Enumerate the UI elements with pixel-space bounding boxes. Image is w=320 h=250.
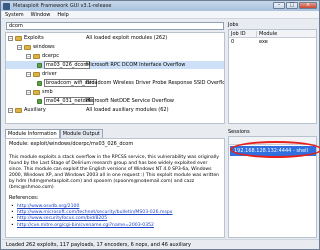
minimize-button[interactable]: –	[273, 2, 285, 9]
job-module: exe	[259, 39, 268, 45]
menu-help[interactable]: Help	[57, 12, 68, 18]
tree-label: dcerpc	[42, 53, 59, 59]
expander-icon[interactable]: −	[26, 53, 31, 59]
module-info-panel: Module: exploit/windows/dcerpc/ms03_026_…	[5, 138, 225, 238]
tree-row[interactable]: − dcerpc	[6, 52, 224, 60]
folder-icon	[24, 44, 31, 50]
tree-label: smb	[42, 89, 53, 95]
tree-label: Exploits	[24, 35, 44, 41]
tab-module-output[interactable]: Module Output	[59, 129, 103, 138]
highlight-ring	[230, 141, 320, 158]
tree-description: All loaded exploit modules (262)	[86, 35, 168, 41]
main-window: Metasploit Framework GUI v3.1-release – …	[0, 0, 320, 250]
title-bar: Metasploit Framework GUI v3.1-release – …	[1, 1, 319, 11]
module-icon	[37, 62, 42, 68]
reference-link[interactable]: http://www.securityfocus.com/bid/8205	[17, 216, 107, 221]
module-title: Module: exploit/windows/dcerpc/ms03_026_…	[9, 141, 134, 147]
module-icon	[37, 98, 42, 104]
module-description: This module exploits a stack overflow in…	[9, 155, 220, 190]
info-tabs: Module Information Module Output	[5, 129, 103, 138]
module-icon	[37, 80, 42, 86]
expander-icon[interactable]: −	[8, 107, 13, 113]
tree-row[interactable]: broadcom_wifi_ssid Broadcom Wireless Driv…	[6, 79, 224, 87]
menu-bar: System Window Help	[2, 11, 319, 19]
tree-row[interactable]: − driver	[6, 70, 224, 78]
tree-description: Broadcom Wireless Driver Probe Response …	[86, 80, 225, 86]
reference-item: http://cve.mitre.org/cgi-bin/cvename.cgi…	[9, 223, 221, 229]
jobs-col-id[interactable]: Job ID	[229, 30, 257, 37]
expander-icon[interactable]: −	[26, 71, 31, 77]
expander-icon[interactable]: −	[17, 44, 22, 50]
job-id: 0	[231, 39, 235, 45]
tree-row[interactable]: − smb	[6, 88, 224, 96]
references-list: http://www.osvdb.org/2100 http://www.mic…	[9, 204, 221, 229]
jobs-header: Job ID Module	[229, 30, 316, 38]
reference-link[interactable]: http://www.osvdb.org/2100	[17, 204, 79, 209]
tree-row[interactable]: ms03_026_dcom Microsoft RPC DCOM Interfac…	[6, 61, 224, 69]
reference-link[interactable]: http://cve.mitre.org/cgi-bin/cvename.cgi…	[17, 223, 154, 228]
jobs-table[interactable]: Job ID Module 0 exe	[228, 29, 317, 124]
folder-icon	[15, 35, 22, 41]
folder-icon	[33, 71, 40, 77]
window-title: Metasploit Framework GUI v3.1-release	[13, 3, 112, 9]
tree-label: Auxiliary	[24, 107, 46, 113]
tree-description: Microsoft RPC DCOM Interface Overflow	[86, 62, 186, 68]
folder-icon	[33, 89, 40, 95]
folder-icon	[33, 53, 40, 59]
references-heading: References:	[9, 195, 39, 201]
folder-icon	[15, 107, 22, 113]
app-icon	[3, 2, 10, 10]
tree-row[interactable]: − Exploits All loaded exploit modules (262…	[6, 34, 224, 42]
expander-icon[interactable]: −	[8, 35, 13, 41]
jobs-col-module[interactable]: Module	[257, 31, 277, 37]
menu-system[interactable]: System	[5, 12, 24, 18]
status-bar: Loaded 262 exploits, 117 payloads, 17 en…	[2, 239, 319, 249]
menu-window[interactable]: Window	[31, 12, 51, 18]
reference-link[interactable]: http://www.microsoft.com/technet/securit…	[17, 210, 173, 215]
jobs-label: Jobs	[228, 22, 239, 28]
tree-description: All loaded auxiliary modules (62)	[86, 107, 169, 113]
tree-description: Microsoft NetDDE Service Overflow	[86, 98, 174, 104]
close-button[interactable]: ×	[299, 2, 317, 9]
tree-row[interactable]: − Auxiliary All loaded auxiliary modules (…	[6, 106, 224, 114]
expander-icon[interactable]: −	[26, 89, 31, 95]
search-input[interactable]	[6, 22, 224, 30]
sessions-label: Sessions	[228, 129, 250, 135]
tree-row[interactable]: ms04_031_netdde Microsoft NetDDE Service …	[6, 97, 224, 105]
tree-row[interactable]: − windows	[6, 43, 224, 51]
tree-label: driver	[42, 71, 57, 77]
tab-module-information[interactable]: Module Information	[5, 129, 60, 138]
tree-label: windows	[33, 44, 55, 50]
window-controls: – □ ×	[273, 2, 317, 9]
maximize-button[interactable]: □	[286, 2, 298, 9]
module-tree[interactable]: − Exploits All loaded exploit modules (262…	[5, 32, 225, 124]
tree-label: ms03_026_dcom	[44, 61, 91, 69]
jobs-row[interactable]: 0 exe	[229, 38, 316, 46]
